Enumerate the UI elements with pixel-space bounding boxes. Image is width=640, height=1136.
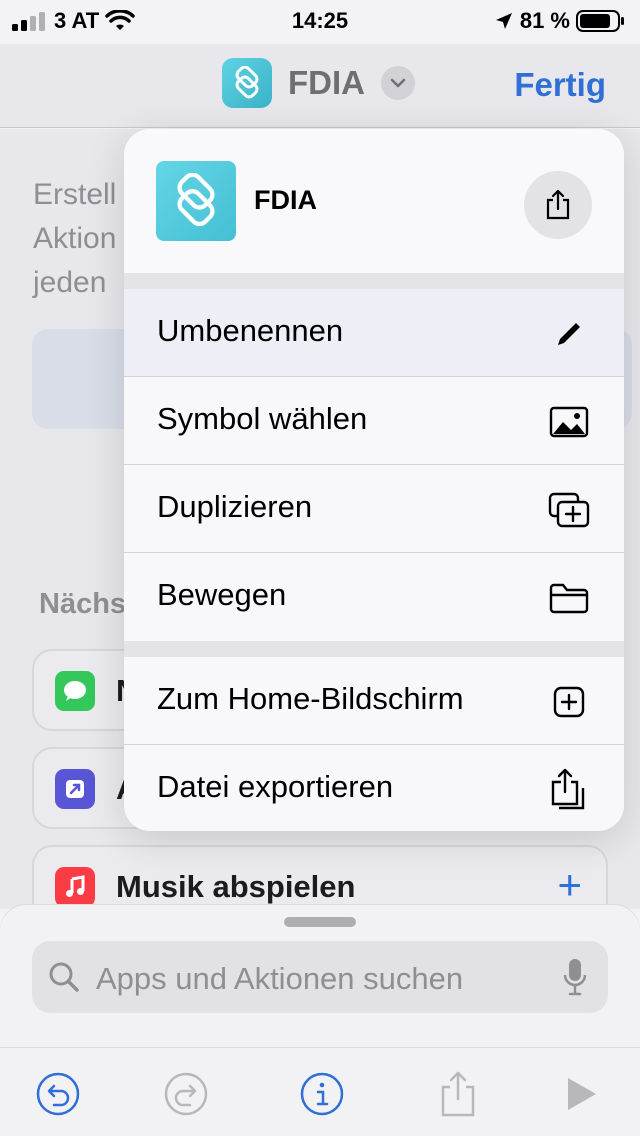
description-line: jeden: [33, 266, 107, 299]
menu-item-export-file[interactable]: Datei exportieren: [124, 745, 624, 831]
menu-item-add-to-home-screen[interactable]: Zum Home-Bildschirm: [124, 657, 624, 745]
menu-item-label: Duplizieren: [157, 489, 313, 524]
shortcuts-logo-icon: [235, 66, 259, 99]
messages-icon: [55, 671, 95, 711]
status-bar: 3 AT 14:25 81 %: [0, 0, 640, 44]
share-icon[interactable]: [434, 1070, 482, 1118]
chevron-down-icon[interactable]: [381, 66, 415, 100]
shortcut-icon: [55, 769, 95, 809]
folder-icon: [548, 577, 590, 619]
sheet-grabber[interactable]: [284, 917, 356, 927]
share-button[interactable]: [524, 171, 592, 239]
description-text: Erstell Aktion jeden: [33, 173, 116, 305]
music-icon: [55, 867, 95, 907]
export-file-icon: [548, 768, 590, 811]
shortcut-context-menu: FDIA Umbenennen Symbol wählen Dupliziere…: [124, 129, 624, 831]
menu-item-label: Umbenennen: [157, 313, 344, 348]
menu-item-rename[interactable]: Umbenennen: [124, 289, 624, 377]
battery-percent: 81 %: [519, 8, 570, 33]
description-line: Erstell: [33, 178, 117, 211]
shortcut-app-icon: [222, 58, 272, 108]
nav-title: FDIA: [288, 64, 365, 101]
menu-header: FDIA: [124, 129, 624, 273]
microphone-icon[interactable]: [562, 957, 588, 997]
section-title: Nächs: [39, 588, 127, 620]
description-line: Aktion: [33, 222, 117, 255]
navigation-bar: FDIA Fertig: [0, 44, 640, 128]
status-right: 81 %: [494, 8, 626, 34]
menu-item-label: Datei exportieren: [157, 769, 394, 804]
search-field[interactable]: Apps und Aktionen suchen: [32, 941, 608, 1013]
share-icon: [546, 189, 570, 220]
menu-item-label: Symbol wählen: [157, 401, 368, 436]
battery-icon: [576, 10, 624, 32]
editor-toolbar: [0, 1047, 640, 1136]
suggestion-label: Musik abspielen: [116, 869, 356, 904]
menu-separator: [124, 641, 624, 657]
menu-title: FDIA: [254, 185, 317, 215]
done-button[interactable]: Fertig: [514, 66, 606, 104]
pencil-icon: [548, 313, 590, 355]
add-square-icon: [548, 681, 590, 723]
shortcuts-logo-icon: [177, 173, 215, 227]
add-action-icon[interactable]: +: [557, 861, 582, 909]
undo-icon[interactable]: [34, 1070, 82, 1118]
actions-sheet: Apps und Aktionen suchen: [0, 905, 640, 1136]
menu-item-label: Bewegen: [157, 577, 287, 612]
search-icon: [49, 962, 79, 992]
menu-item-duplicate[interactable]: Duplizieren: [124, 465, 624, 553]
duplicate-icon: [548, 489, 590, 531]
location-arrow-icon: [495, 13, 512, 29]
search-placeholder: Apps und Aktionen suchen: [96, 961, 464, 996]
shortcut-title-button[interactable]: FDIA: [222, 58, 415, 108]
photo-icon: [548, 401, 590, 443]
play-icon[interactable]: [556, 1070, 604, 1118]
menu-item-label: Zum Home-Bildschirm: [157, 681, 464, 716]
info-icon[interactable]: [298, 1070, 346, 1118]
shortcut-app-icon: [156, 161, 236, 241]
menu-item-choose-symbol[interactable]: Symbol wählen: [124, 377, 624, 465]
menu-item-move[interactable]: Bewegen: [124, 553, 624, 641]
redo-icon[interactable]: [162, 1070, 210, 1118]
screen: 3 AT 14:25 81 % FDIA Fertig Erstell Akti…: [0, 0, 640, 1136]
menu-separator: [124, 273, 624, 289]
